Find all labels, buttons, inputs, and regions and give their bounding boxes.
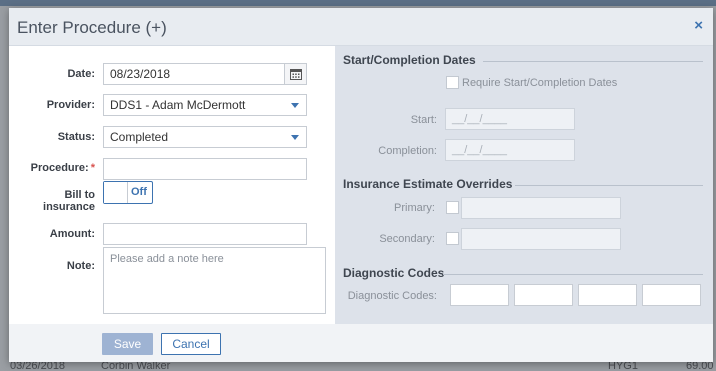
diagnostic-code-input-1[interactable] <box>450 284 509 306</box>
diagnostic-code-input-3[interactable] <box>578 284 637 306</box>
procedure-input[interactable] <box>103 158 307 180</box>
primary-override-input[interactable] <box>461 197 621 219</box>
diagnostic-codes-section-title: Diagnostic Codes <box>343 266 445 280</box>
procedure-label: Procedure: * <box>9 162 95 174</box>
toggle-knob <box>104 182 128 203</box>
date-input[interactable]: 08/23/2018 <box>103 63 307 85</box>
section-divider <box>443 274 703 275</box>
close-icon[interactable]: × <box>694 18 703 34</box>
enter-procedure-dialog: Enter Procedure (+) × Date: 08/23/2018 P… <box>9 8 713 362</box>
provider-label: Provider: <box>46 99 95 111</box>
bill-to-label-line1: Bill to <box>64 189 95 201</box>
procedure-label-text: Procedure: <box>30 162 89 174</box>
diagnostic-code-input-2[interactable] <box>514 284 573 306</box>
completion-date-input[interactable]: __/__/____ <box>445 139 575 161</box>
chevron-down-icon <box>291 103 299 108</box>
diagnostic-code-input-4[interactable] <box>642 284 701 306</box>
required-mark: * <box>90 162 95 174</box>
diagnostic-codes-label: Diagnostic Codes: <box>347 290 437 302</box>
secondary-label: Secondary: <box>379 233 435 245</box>
toggle-state: Off <box>131 186 147 198</box>
provider-select[interactable]: DDS1 - Adam McDermott <box>103 94 307 116</box>
note-label: Note: <box>66 260 95 272</box>
start-completion-section-title: Start/Completion Dates <box>343 53 476 67</box>
cancel-button[interactable]: Cancel <box>161 333 221 355</box>
procedure-form: Date: 08/23/2018 Provider: DDS1 - Adam M… <box>9 46 335 324</box>
status-label: Status: <box>57 131 95 143</box>
secondary-override-input[interactable] <box>461 228 621 250</box>
status-value: Completed <box>110 130 169 144</box>
note-textarea[interactable]: Please add a note here <box>103 247 326 314</box>
procedure-details-panel: Start/Completion Dates Require Start/Com… <box>335 46 713 324</box>
calendar-icon[interactable] <box>284 64 306 84</box>
secondary-override-checkbox[interactable] <box>446 232 459 245</box>
chevron-down-icon <box>291 135 299 140</box>
date-label: Date: <box>67 68 95 80</box>
save-button[interactable]: Save <box>102 333 153 355</box>
dialog-title: Enter Procedure (+) <box>17 18 167 37</box>
date-value: 08/23/2018 <box>110 67 171 81</box>
status-select[interactable]: Completed <box>103 126 307 148</box>
dialog-header: Enter Procedure (+) × <box>9 8 713 46</box>
bill-to-insurance-label: Bill to insurance <box>9 189 95 213</box>
primary-label: Primary: <box>394 202 435 214</box>
bill-to-label-line2: insurance <box>43 201 95 213</box>
background-topbar <box>0 0 716 6</box>
note-placeholder: Please add a note here <box>110 253 224 265</box>
bill-to-insurance-toggle[interactable]: Off <box>103 181 153 204</box>
amount-input[interactable] <box>103 223 307 245</box>
require-dates-checkbox[interactable] <box>446 76 459 89</box>
start-date-input[interactable]: __/__/____ <box>445 108 575 130</box>
amount-label: Amount: <box>49 228 95 240</box>
start-date-label: Start: <box>410 114 437 126</box>
insurance-overrides-section-title: Insurance Estimate Overrides <box>343 177 513 191</box>
primary-override-checkbox[interactable] <box>446 201 459 214</box>
completion-date-label: Completion: <box>378 145 437 157</box>
section-divider <box>483 61 703 62</box>
provider-value: DDS1 - Adam McDermott <box>110 98 246 112</box>
require-dates-label: Require Start/Completion Dates <box>462 77 618 89</box>
dialog-footer: Save Cancel <box>9 324 713 362</box>
section-divider <box>515 185 703 186</box>
